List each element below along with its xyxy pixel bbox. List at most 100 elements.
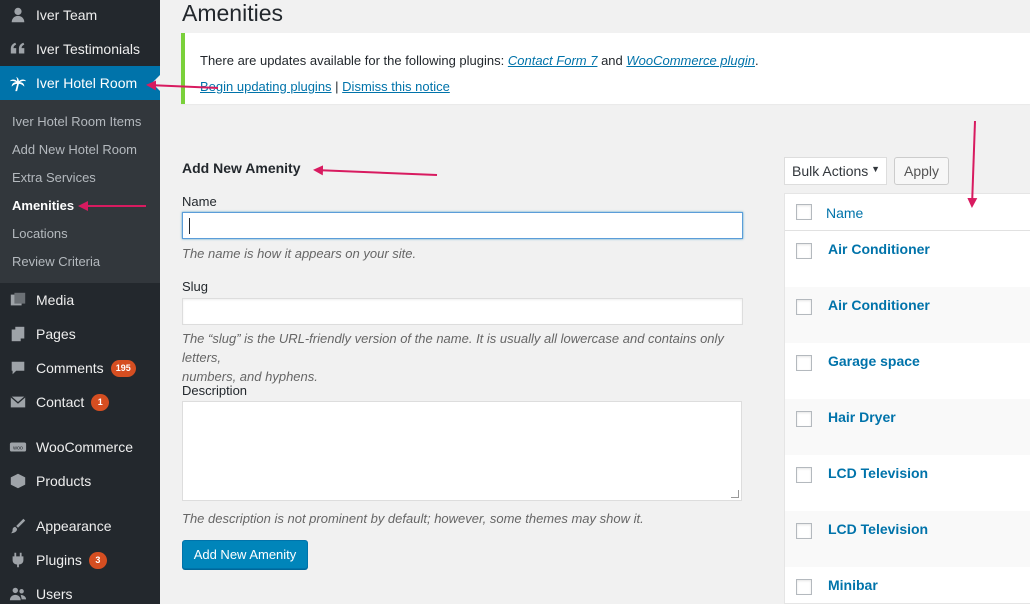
media-icon: [0, 291, 36, 309]
sidebar-item-contact[interactable]: Contact 1: [0, 385, 160, 419]
sidebar-item-iver-team[interactable]: Iver Team: [0, 0, 160, 32]
amenities-table: Name Air Conditioner Air Conditioner Gar…: [784, 193, 1030, 604]
svg-text:woo: woo: [12, 446, 23, 452]
notice-text: .: [754, 53, 759, 68]
name-column-header[interactable]: Name: [826, 205, 863, 221]
apply-button[interactable]: Apply: [894, 157, 949, 185]
brush-icon: [0, 517, 36, 535]
sidebar-item-appearance[interactable]: Appearance: [0, 509, 160, 543]
plug-icon: [0, 551, 36, 569]
sidebar-item-label: Pages: [36, 326, 76, 342]
quote-icon: [0, 40, 36, 58]
annotation-arrow: [313, 165, 438, 176]
row-checkbox[interactable]: [796, 299, 812, 315]
contact-form-7-link[interactable]: Contact Form 7: [508, 53, 598, 68]
submenu-item-extra-services[interactable]: Extra Services: [12, 170, 96, 185]
table-row: Air Conditioner: [785, 287, 1030, 343]
slug-input[interactable]: [182, 298, 743, 325]
bulk-actions-value: Bulk Actions: [792, 163, 869, 179]
submenu-item-amenities[interactable]: Amenities: [12, 198, 74, 213]
sidebar-item-products[interactable]: Products: [0, 464, 160, 498]
submenu-item-review-criteria[interactable]: Review Criteria: [12, 254, 100, 269]
box-icon: [0, 472, 36, 490]
description-textarea[interactable]: [182, 401, 742, 501]
woocommerce-plugin-link[interactable]: WooCommerce plugin: [626, 53, 755, 68]
notice-text: and: [597, 53, 627, 68]
add-new-amenity-button[interactable]: Add New Amenity: [182, 540, 308, 569]
sidebar-item-label: Appearance: [36, 518, 112, 534]
name-label: Name: [182, 194, 217, 209]
amenity-name-link[interactable]: LCD Television: [828, 521, 928, 537]
table-row: Air Conditioner: [785, 231, 1030, 287]
sidebar-item-iver-testimonials[interactable]: Iver Testimonials: [0, 32, 160, 66]
sidebar-item-users[interactable]: Users: [0, 577, 160, 604]
amenity-name-link[interactable]: LCD Television: [828, 465, 928, 481]
plugin-update-notice: There are updates available for the foll…: [181, 33, 1030, 104]
plugins-count-badge: 3: [88, 551, 107, 569]
slug-help-line: The “slug” is the URL-friendly version o…: [182, 331, 724, 365]
submenu-item-hotel-room-items[interactable]: Iver Hotel Room Items: [12, 114, 141, 129]
hotel-room-submenu: Iver Hotel Room Items Add New Hotel Room…: [0, 100, 160, 283]
comment-icon: [0, 359, 36, 377]
slug-help-text: The “slug” is the URL-friendly version o…: [182, 329, 762, 386]
text-caret: [189, 218, 190, 234]
amenity-name-link[interactable]: Hair Dryer: [828, 409, 896, 425]
amenity-name-link[interactable]: Air Conditioner: [828, 241, 930, 257]
notice-text: There are updates available for the foll…: [200, 53, 508, 68]
mail-icon: [0, 393, 36, 411]
sidebar-item-label: Plugins: [36, 552, 82, 568]
dismiss-notice-link[interactable]: Dismiss this notice: [342, 79, 450, 94]
sidebar-item-plugins[interactable]: Plugins 3: [0, 543, 160, 577]
sidebar-item-label: Iver Team: [36, 7, 98, 23]
bulk-actions-select[interactable]: Bulk Actions ▼: [784, 157, 887, 185]
resize-handle[interactable]: [731, 490, 739, 498]
sidebar-item-pages[interactable]: Pages: [0, 317, 160, 351]
table-header: Name: [785, 194, 1030, 231]
table-row: LCD Television: [785, 511, 1030, 567]
pages-icon: [0, 325, 36, 343]
separator: |: [331, 79, 343, 94]
sidebar-item-label: Iver Hotel Room: [36, 75, 138, 91]
amenity-name-link[interactable]: Garage space: [828, 353, 920, 369]
submenu-item-locations[interactable]: Locations: [12, 226, 68, 241]
row-checkbox[interactable]: [796, 467, 812, 483]
table-row: Garage space: [785, 343, 1030, 399]
select-all-checkbox[interactable]: [796, 204, 812, 220]
sidebar-item-label: Products: [36, 473, 92, 489]
palm-tree-icon: [0, 74, 36, 92]
slug-help-line: numbers, and hyphens.: [182, 369, 318, 384]
name-help-text: The name is how it appears on your site.: [182, 246, 417, 261]
dropdown-arrow-icon: ▼: [871, 164, 880, 174]
row-checkbox[interactable]: [796, 243, 812, 259]
form-title: Add New Amenity: [182, 160, 301, 176]
row-checkbox[interactable]: [796, 523, 812, 539]
sidebar-item-comments[interactable]: Comments 195: [0, 351, 160, 385]
sidebar-item-woocommerce[interactable]: woo WooCommerce: [0, 430, 160, 464]
sidebar-item-label: Iver Testimonials: [36, 41, 141, 57]
row-checkbox[interactable]: [796, 355, 812, 371]
comments-count-badge: 195: [110, 359, 136, 377]
contact-count-badge: 1: [91, 393, 110, 411]
notice-message: There are updates available for the foll…: [200, 53, 759, 68]
woo-icon: woo: [0, 438, 36, 456]
sidebar-item-iver-hotel-room[interactable]: Iver Hotel Room: [0, 66, 160, 100]
amenity-name-link[interactable]: Air Conditioner: [828, 297, 930, 313]
begin-updating-link[interactable]: Begin updating plugins: [200, 79, 332, 94]
description-label: Description: [182, 383, 248, 398]
name-input[interactable]: [182, 212, 743, 239]
row-checkbox[interactable]: [796, 579, 812, 595]
active-indicator: [152, 75, 160, 91]
table-row: LCD Television: [785, 455, 1030, 511]
notice-actions: Begin updating plugins | Dismiss this no…: [200, 79, 450, 94]
table-row: Hair Dryer: [785, 399, 1030, 455]
amenity-name-link[interactable]: Minibar: [828, 577, 878, 593]
person-icon: [0, 6, 36, 24]
sidebar-item-label: Users: [36, 586, 73, 602]
sidebar-item-label: Comments: [36, 360, 104, 376]
page-title: Amenities: [182, 0, 283, 26]
submenu-item-add-new-hotel-room[interactable]: Add New Hotel Room: [12, 142, 137, 157]
row-checkbox[interactable]: [796, 411, 812, 427]
sidebar-item-media[interactable]: Media: [0, 283, 160, 317]
admin-sidebar: Iver Team Iver Testimonials Iver Hotel R…: [0, 0, 160, 604]
sidebar-item-label: Contact: [36, 394, 85, 410]
